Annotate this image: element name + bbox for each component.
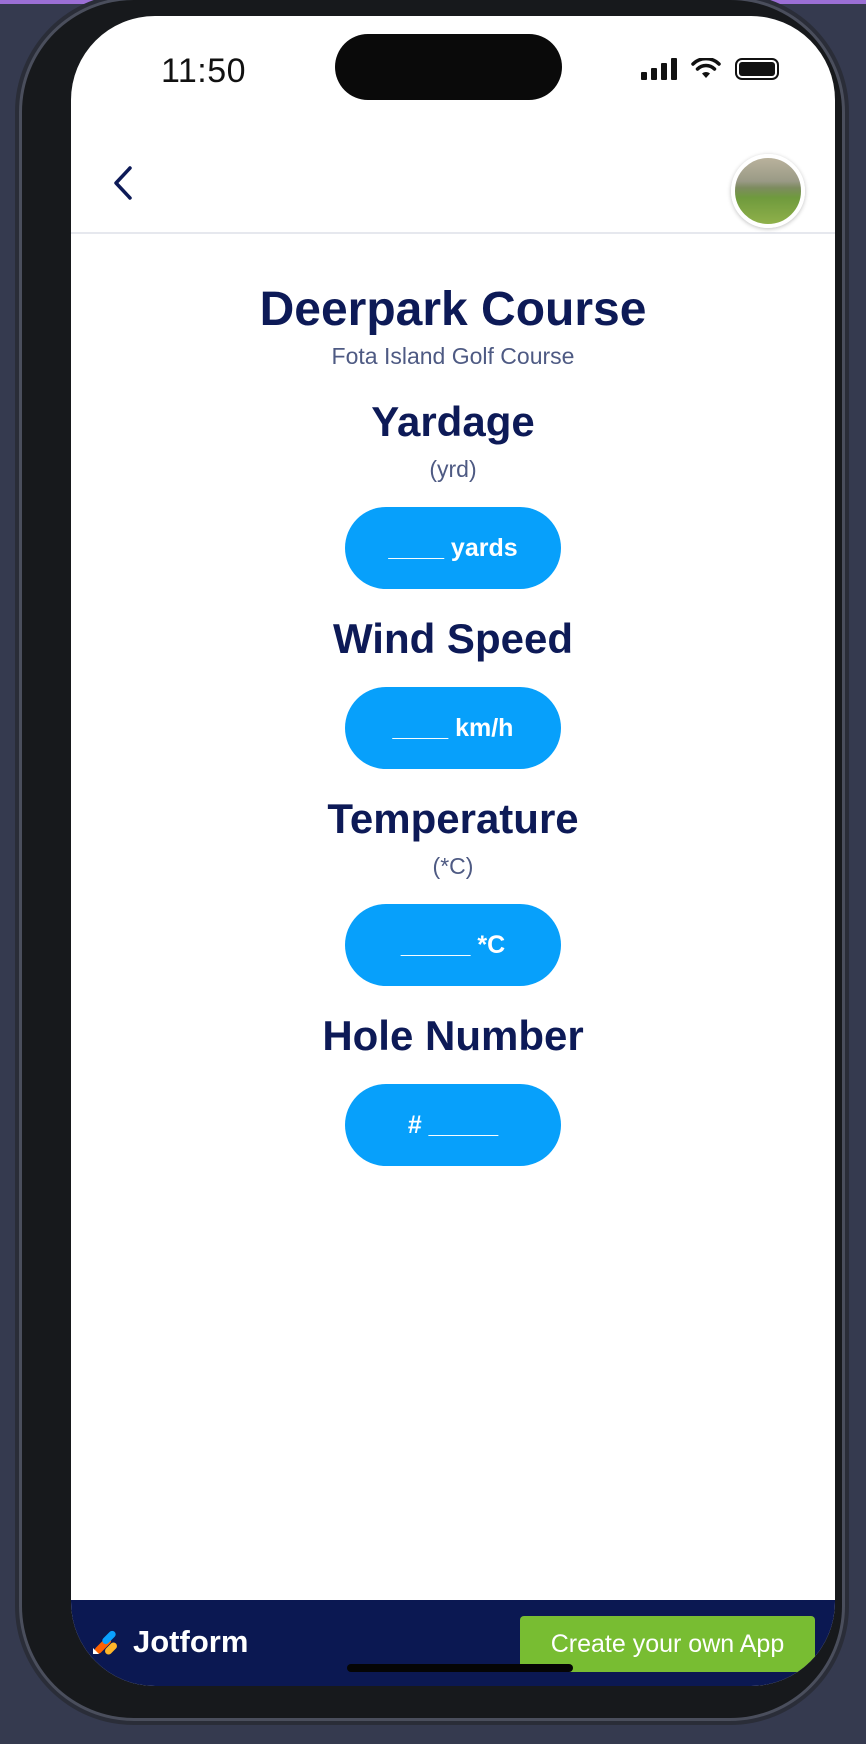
phone-screen: 11:50 Deerpark Course Fota Island Golf C…	[71, 16, 835, 1686]
course-avatar[interactable]	[731, 154, 805, 228]
status-icons	[641, 58, 779, 80]
yardage-title: Yardage	[371, 398, 535, 445]
status-bar: 11:50	[71, 16, 835, 126]
chevron-left-icon	[114, 166, 132, 200]
status-time: 11:50	[161, 52, 247, 90]
cellular-signal-icon	[641, 58, 677, 80]
page-title: Deerpark Course	[259, 283, 647, 336]
phone-frame: 11:50 Deerpark Course Fota Island Golf C…	[22, 0, 842, 1718]
dynamic-island	[335, 34, 562, 100]
jotform-footer: Jotform Create your own App	[71, 1600, 835, 1686]
jotform-brand: Jotform	[133, 1624, 249, 1659]
jotform-logo-icon	[93, 1630, 117, 1655]
temperature-button[interactable]: _____ *C	[345, 904, 561, 986]
wind-speed-button[interactable]: ____ km/h	[345, 687, 561, 769]
main-content: Deerpark Course Fota Island Golf Course …	[71, 232, 835, 1166]
back-button[interactable]	[101, 161, 145, 205]
hole-number-button[interactable]: # _____	[345, 1084, 561, 1166]
temperature-unit: (*C)	[432, 853, 474, 879]
temperature-title: Temperature	[327, 795, 579, 842]
yardage-unit: (yrd)	[429, 456, 477, 482]
wind-speed-title: Wind Speed	[333, 615, 573, 662]
yardage-button[interactable]: ____ yards	[345, 507, 561, 589]
battery-icon	[735, 58, 779, 80]
home-indicator	[347, 1664, 573, 1672]
app-header	[71, 126, 835, 234]
hole-number-title: Hole Number	[322, 1012, 584, 1059]
wifi-icon	[691, 58, 721, 78]
page-subtitle: Fota Island Golf Course	[331, 343, 575, 369]
